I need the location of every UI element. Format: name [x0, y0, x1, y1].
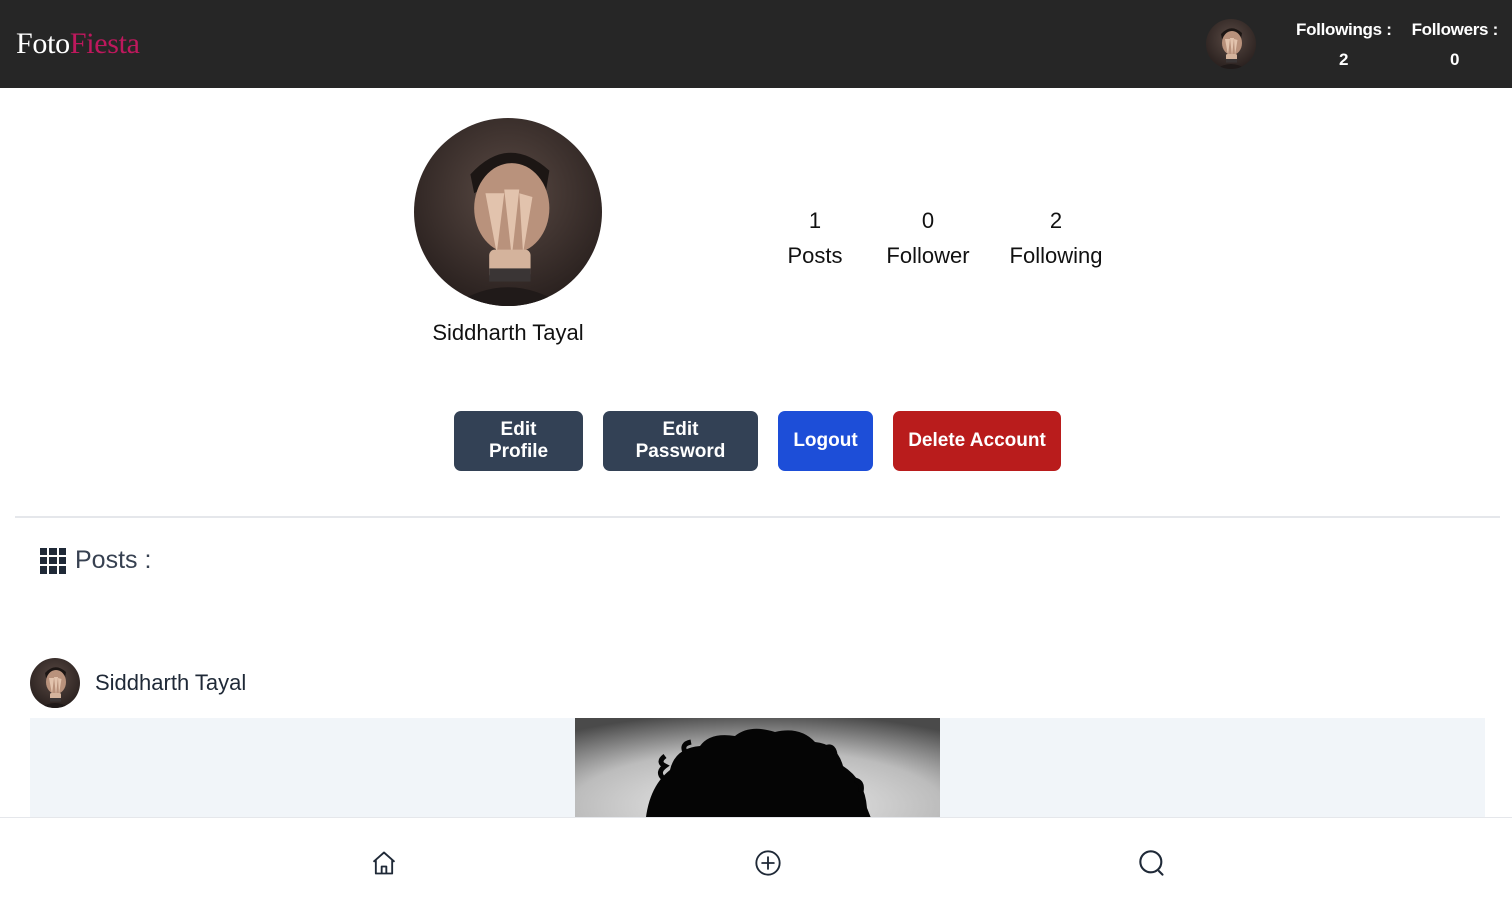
- header-avatar[interactable]: [1206, 19, 1256, 69]
- stat-posts: 1 Posts: [770, 203, 860, 273]
- grid-icon: [40, 547, 66, 574]
- delete-account-button[interactable]: Delete Account: [893, 411, 1061, 471]
- profile-stats: 1 Posts 0 Follower 2 Following: [770, 203, 1111, 273]
- home-icon[interactable]: [369, 848, 399, 878]
- posts-section-heading: Posts :: [40, 546, 151, 575]
- post-header: Siddharth Tayal: [30, 658, 246, 708]
- post-author-name[interactable]: Siddharth Tayal: [95, 670, 246, 696]
- search-icon[interactable]: [1137, 848, 1167, 878]
- header-followers-label: Followers :: [1411, 19, 1499, 39]
- brand-text-accent: Fiesta: [69, 27, 140, 60]
- profile-actions: Edit Profile Edit Password Logout Delete…: [454, 411, 1061, 471]
- stat-followers[interactable]: 0 Follower: [875, 203, 981, 273]
- header-followers-value: 0: [1450, 49, 1460, 69]
- stat-following[interactable]: 2 Following: [1001, 203, 1111, 273]
- header-followings: Followings : 2: [1296, 21, 1392, 68]
- profile-name: Siddharth Tayal: [432, 320, 584, 345]
- plus-circle-icon[interactable]: [753, 848, 783, 878]
- stat-followers-label: Follower: [886, 243, 970, 268]
- posts-heading-text: Posts :: [75, 546, 152, 574]
- edit-password-button[interactable]: Edit Password: [603, 411, 758, 471]
- stat-followers-value: 0: [921, 208, 935, 233]
- brand-logo[interactable]: FotoFiesta: [16, 27, 140, 61]
- top-navbar: FotoFiesta Followings : 2 Followers : 0: [0, 0, 1512, 88]
- header-user-summary: Followings : 2 Followers : 0: [1206, 0, 1498, 88]
- stat-posts-label: Posts: [787, 243, 843, 268]
- edit-profile-button[interactable]: Edit Profile: [454, 411, 583, 471]
- stat-following-value: 2: [1049, 208, 1063, 233]
- stat-posts-value: 1: [808, 208, 822, 233]
- profile-avatar: [414, 118, 602, 306]
- stat-following-label: Following: [1009, 243, 1103, 268]
- header-followings-label: Followings :: [1296, 19, 1392, 39]
- post-image-container: [30, 718, 1485, 828]
- post-author-avatar[interactable]: [30, 658, 80, 708]
- brand-text-primary: Foto: [16, 27, 70, 60]
- header-followings-value: 2: [1339, 49, 1349, 69]
- header-followers: Followers : 0: [1411, 19, 1499, 69]
- bottom-navbar: [0, 817, 1512, 905]
- section-divider: [15, 516, 1500, 518]
- post-image[interactable]: [575, 718, 940, 828]
- logout-button[interactable]: Logout: [778, 411, 873, 471]
